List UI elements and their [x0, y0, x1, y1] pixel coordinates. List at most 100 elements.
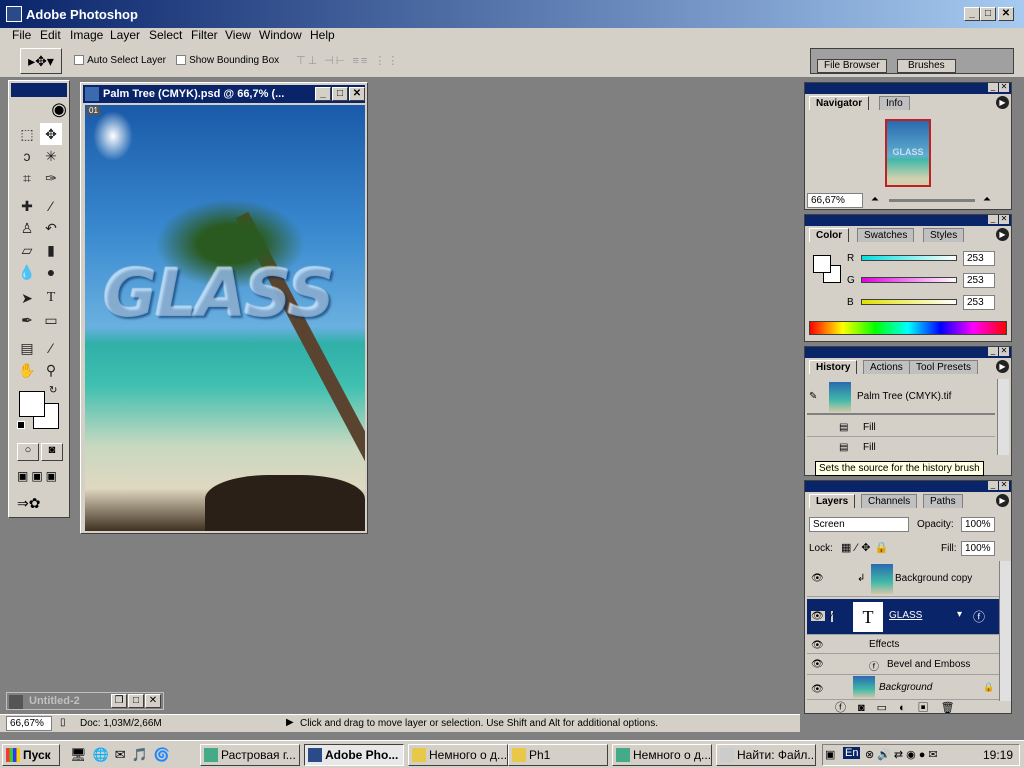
- document-canvas[interactable]: 01 GLASS: [85, 105, 365, 531]
- status-zoom-field[interactable]: 66,67%: [6, 716, 52, 731]
- history-item[interactable]: ▤ Fill: [807, 419, 995, 437]
- history-item[interactable]: ▤ Fill: [807, 439, 995, 457]
- menu-edit[interactable]: Edit: [40, 28, 61, 42]
- auto-select-option[interactable]: Auto Select Layer: [74, 54, 166, 66]
- lock-icons[interactable]: ▦⁄✥🔒: [841, 541, 892, 554]
- visibility-eye-icon[interactable]: 👁: [811, 684, 825, 695]
- bounding-box-option[interactable]: Show Bounding Box: [176, 54, 279, 66]
- menu-help[interactable]: Help: [310, 28, 335, 42]
- jump-to-imageready-icon[interactable]: ⇒✿: [17, 495, 40, 512]
- taskbar-item-active[interactable]: Adobe Pho...: [304, 744, 404, 766]
- tab-tool-presets[interactable]: Tool Presets: [909, 360, 979, 374]
- taskbar-item[interactable]: Ph1: [508, 744, 608, 766]
- menu-image[interactable]: Image: [70, 28, 103, 42]
- swap-colors-icon[interactable]: ↻: [49, 385, 57, 396]
- zoom-out-icon[interactable]: ⏶: [871, 194, 879, 205]
- effects-row[interactable]: 👁 Effects: [807, 636, 999, 654]
- eye-logo-icon[interactable]: ◉: [11, 99, 67, 121]
- brush-tool-icon[interactable]: ⁄: [40, 195, 62, 217]
- history-minimize[interactable]: _: [988, 347, 998, 356]
- navigator-zoom-field[interactable]: 66,67%: [807, 193, 863, 208]
- layers-footer-buttons[interactable]: ⓕ◙▭◐▣🗑: [835, 699, 967, 715]
- r-slider[interactable]: [861, 255, 957, 261]
- layer-row-selected[interactable]: 👁 ⁄ T GLASS ▾ ⓕ: [807, 599, 999, 635]
- maximize-button[interactable]: □: [980, 7, 996, 21]
- foreground-color-swatch[interactable]: [19, 391, 45, 417]
- type-tool-icon[interactable]: T: [40, 287, 62, 309]
- menu-view[interactable]: View: [225, 28, 251, 42]
- opacity-field[interactable]: 100%: [961, 517, 995, 532]
- hand-tool-icon[interactable]: ✋: [16, 359, 38, 381]
- tab-layers[interactable]: Layers: [809, 494, 856, 508]
- effects-toggle-icon[interactable]: ▾: [957, 609, 962, 620]
- color-spectrum-bar[interactable]: [809, 321, 1007, 335]
- menu-select[interactable]: Select: [149, 28, 182, 42]
- tray-icon[interactable]: ▣: [825, 748, 835, 761]
- fill-field[interactable]: 100%: [961, 541, 995, 556]
- visibility-eye-icon[interactable]: 👁: [811, 640, 825, 651]
- navigator-close[interactable]: ✕: [999, 83, 1009, 92]
- doc-maximize-button[interactable]: □: [332, 87, 348, 101]
- close-button[interactable]: ✕: [998, 7, 1014, 21]
- layers-minimize[interactable]: _: [988, 481, 998, 490]
- navigator-zoom-slider[interactable]: [889, 199, 975, 202]
- b-value-field[interactable]: 253: [963, 295, 995, 310]
- tab-color[interactable]: Color: [809, 228, 850, 242]
- blur-tool-icon[interactable]: 💧: [16, 261, 38, 283]
- taskbar-item[interactable]: Немного о д...: [612, 744, 712, 766]
- doc-minimize-button[interactable]: _: [315, 87, 331, 101]
- visibility-eye-icon[interactable]: 👁: [811, 659, 825, 670]
- gradient-tool-icon[interactable]: ▮: [40, 239, 62, 261]
- history-brush-source-icon[interactable]: ✎: [809, 391, 817, 402]
- tray-icons[interactable]: ⊗🔊⇄◉●✉: [865, 748, 941, 761]
- layers-scrollbar[interactable]: [999, 561, 1011, 701]
- tab-history[interactable]: History: [809, 360, 858, 374]
- history-scrollbar[interactable]: [997, 379, 1009, 455]
- zoom-in-icon[interactable]: ⏶: [983, 194, 991, 205]
- tab-swatches[interactable]: Swatches: [857, 228, 915, 242]
- history-snapshot-row[interactable]: ✎ Palm Tree (CMYK).tif: [807, 379, 995, 415]
- magic-wand-tool-icon[interactable]: ✳: [40, 145, 62, 167]
- doc-close-button[interactable]: ✕: [349, 87, 365, 101]
- marquee-tool-icon[interactable]: ⬚: [16, 123, 38, 145]
- brushes-tab[interactable]: Brushes: [897, 59, 956, 73]
- healing-brush-tool-icon[interactable]: ✚: [16, 195, 38, 217]
- navigator-minimize[interactable]: _: [988, 83, 998, 92]
- taskbar-item[interactable]: Растровая г...: [200, 744, 300, 766]
- tab-info[interactable]: Info: [879, 96, 910, 110]
- move-tool-icon[interactable]: ✥: [40, 123, 62, 145]
- taskbar-item[interactable]: Найти: Файл...: [716, 744, 816, 766]
- history-close[interactable]: ✕: [999, 347, 1009, 356]
- dodge-tool-icon[interactable]: ●: [40, 261, 62, 283]
- tab-channels[interactable]: Channels: [861, 494, 918, 508]
- quick-launch-icons[interactable]: 🖥🌐✉🎵🌀: [70, 747, 176, 763]
- align-buttons[interactable]: ⊤⊥ ⊣⊢ ≡≡ ⋮⋮: [296, 54, 400, 67]
- shape-tool-icon[interactable]: ▭: [40, 309, 62, 331]
- tab-navigator[interactable]: Navigator: [809, 96, 870, 110]
- navigator-menu-icon[interactable]: ▶: [996, 96, 1009, 109]
- language-indicator[interactable]: En: [843, 747, 861, 759]
- layers-menu-icon[interactable]: ▶: [996, 494, 1009, 507]
- navigator-thumbnail[interactable]: GLASS: [885, 119, 931, 187]
- color-menu-icon[interactable]: ▶: [996, 228, 1009, 241]
- layers-close[interactable]: ✕: [999, 481, 1009, 490]
- tab-actions[interactable]: Actions: [863, 360, 910, 374]
- default-colors-icon[interactable]: [17, 421, 25, 429]
- effect-row[interactable]: 👁 ⓕ Bevel and Emboss: [807, 655, 999, 675]
- eyedropper-tool-icon[interactable]: ⁄: [40, 337, 62, 359]
- color-close[interactable]: ✕: [999, 215, 1009, 224]
- menu-window[interactable]: Window: [259, 28, 302, 42]
- crop-tool-icon[interactable]: ⌗: [16, 167, 38, 189]
- layer-row[interactable]: 👁 Background 🔒: [807, 676, 999, 700]
- slice-tool-icon[interactable]: ✑: [40, 167, 62, 189]
- tab-styles[interactable]: Styles: [923, 228, 965, 242]
- color-fg-swatch[interactable]: [813, 255, 831, 273]
- bounding-box-checkbox[interactable]: [176, 55, 186, 66]
- menu-filter[interactable]: Filter: [191, 28, 218, 42]
- color-minimize[interactable]: _: [988, 215, 998, 224]
- status-menu-arrow-icon[interactable]: ▶: [286, 717, 294, 728]
- clone-stamp-tool-icon[interactable]: ♙: [16, 217, 38, 239]
- g-slider[interactable]: [861, 277, 957, 283]
- notes-tool-icon[interactable]: ▤: [16, 337, 38, 359]
- tab-paths[interactable]: Paths: [923, 494, 963, 508]
